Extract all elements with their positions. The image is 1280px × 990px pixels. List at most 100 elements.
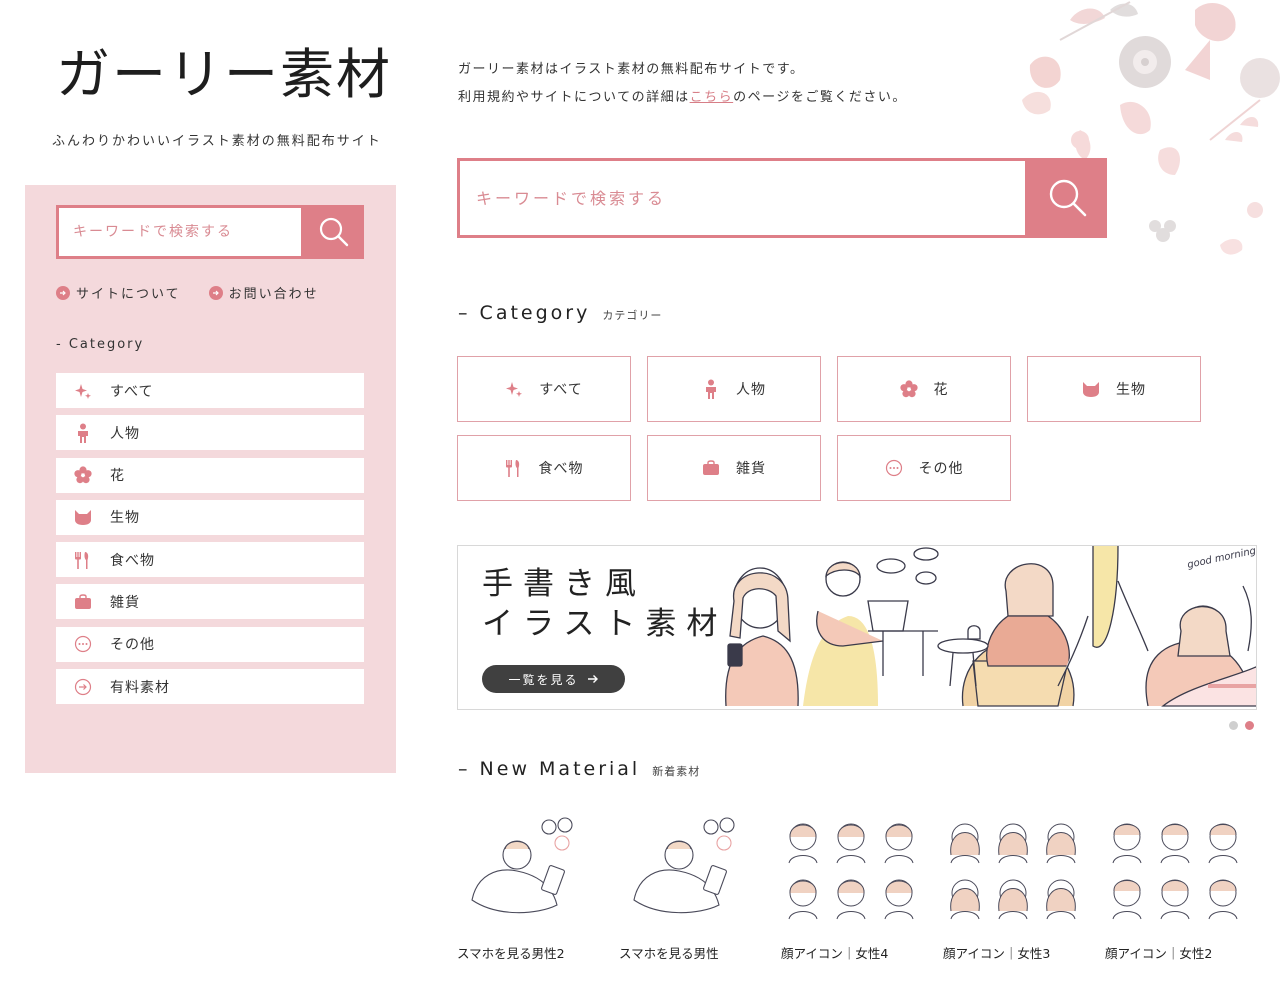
sidebar-item-goods[interactable]: 雑貨 — [56, 584, 364, 620]
ellipsis-circle-icon — [74, 635, 92, 653]
material-caption: 顔アイコン｜女性3 — [943, 946, 1051, 961]
sidebar-link-label: サイトについて — [76, 287, 181, 302]
category-heading-en: – Category — [458, 302, 591, 324]
material-thumbnail — [1112, 823, 1238, 920]
category-others[interactable]: その他 — [837, 435, 1011, 501]
hero-banner[interactable]: 手書き風 イラスト素材 一覧を見る good morning! — [457, 545, 1257, 710]
material-caption: スマホを見る男性2 — [457, 946, 565, 961]
sidebar-item-label: 花 — [110, 468, 125, 485]
sidebar-item-label: 有料素材 — [110, 679, 170, 696]
category-label: すべて — [539, 382, 583, 398]
new-material-heading-ja: 新着素材 — [652, 765, 701, 778]
category-creatures[interactable]: 生物 — [1027, 356, 1201, 422]
arrow-circle-icon — [56, 285, 70, 300]
pagination-dot-active[interactable] — [1245, 721, 1254, 730]
banner-title-line-2: イラスト素材 — [482, 606, 728, 642]
site-logo[interactable]: ガーリー素材 — [56, 30, 392, 109]
category-goods[interactable]: 雑貨 — [647, 435, 821, 501]
sidebar-link-label: お問い合わせ — [228, 287, 319, 302]
banner-button-label: 一覧を見る — [508, 672, 579, 687]
material-card[interactable]: スマホを見る男性2 — [457, 815, 597, 962]
bag-icon — [74, 593, 92, 611]
search-icon — [1049, 179, 1086, 217]
material-card[interactable]: スマホを見る男性 — [619, 815, 759, 962]
sidebar-link-about[interactable]: サイトについて — [56, 283, 181, 302]
pagination-dot[interactable] — [1229, 721, 1238, 730]
material-thumbnail — [788, 823, 914, 920]
category-heading-en-text: Category — [479, 302, 591, 324]
cat-icon — [1082, 380, 1100, 398]
intro-line-1: ガーリー素材はイラスト素材の無料配布サイトです。 — [458, 62, 805, 77]
new-material-heading-en-text: New Material — [479, 758, 641, 780]
category-label: その他 — [918, 461, 964, 477]
category-label: 花 — [933, 382, 949, 398]
material-card[interactable]: 顔アイコン｜女性3 — [943, 815, 1083, 962]
intro-line-2: 利用規約やサイトについての詳細はこちらのページをご覧ください。 — [458, 84, 907, 112]
sidebar-item-all[interactable]: すべて — [56, 373, 364, 408]
sidebar-item-label: 人物 — [110, 425, 140, 442]
sidebar-link-contact[interactable]: お問い合わせ — [208, 283, 319, 302]
sidebar-links: サイトについて お問い合わせ — [56, 283, 319, 302]
banner-art-caption: good morning! — [1186, 546, 1257, 571]
category-label: 人物 — [736, 382, 766, 398]
material-thumbnail — [471, 817, 573, 914]
sidebar: サイトについて お問い合わせ - Category すべて 人物 花 生物 食べ… — [25, 185, 396, 773]
cat-icon — [74, 508, 92, 526]
cutlery-icon — [74, 551, 92, 569]
material-caption: スマホを見る男性 — [619, 946, 719, 961]
material-caption: 顔アイコン｜女性2 — [1105, 946, 1213, 961]
material-card[interactable]: 顔アイコン｜女性2 — [1105, 815, 1245, 962]
arrow-circle-icon — [208, 285, 223, 300]
sidebar-item-label: その他 — [110, 637, 155, 654]
sidebar-item-label: 食べ物 — [110, 552, 155, 569]
sidebar-search-box — [56, 205, 304, 259]
flower-icon — [899, 380, 918, 398]
sparkle-icon — [74, 382, 92, 400]
main-search-button[interactable] — [1028, 158, 1107, 238]
sidebar-item-paid[interactable]: 有料素材 — [56, 669, 364, 705]
ellipsis-circle-icon — [885, 459, 903, 477]
sidebar-search-input[interactable] — [73, 224, 301, 240]
person-icon — [702, 379, 720, 399]
category-food[interactable]: 食べ物 — [457, 435, 631, 501]
material-thumbnail — [950, 823, 1076, 920]
arrow-circle-icon — [74, 678, 92, 696]
banner-illustration: good morning! — [725, 546, 1257, 707]
main-search — [457, 158, 1107, 238]
material-card[interactable]: 顔アイコン｜女性4 — [781, 815, 921, 962]
category-label: 食べ物 — [538, 461, 584, 477]
arrow-right-icon — [587, 675, 598, 683]
sparkle-icon — [505, 380, 523, 398]
intro-line-2-prefix: 利用規約やサイトについての詳細は — [458, 90, 690, 105]
category-label: 雑貨 — [736, 461, 766, 477]
sidebar-item-people[interactable]: 人物 — [56, 415, 364, 451]
site-tagline: ふんわりかわいいイラスト素材の無料配布サイト — [52, 134, 382, 149]
banner-title: 手書き風 イラスト素材 — [482, 564, 727, 644]
banner-pagination — [1229, 721, 1254, 730]
main-search-input[interactable] — [476, 188, 1025, 208]
banner-view-list-button[interactable]: 一覧を見る — [482, 665, 625, 693]
new-material-heading: – New Material 新着素材 — [458, 758, 700, 780]
sidebar-item-creatures[interactable]: 生物 — [56, 499, 364, 535]
category-people[interactable]: 人物 — [647, 356, 821, 422]
sidebar-item-label: 生物 — [110, 510, 140, 527]
material-thumbnail — [633, 817, 735, 914]
intro-line-2-suffix: のページをご覧ください。 — [733, 90, 907, 105]
cutlery-icon — [505, 459, 523, 477]
search-icon — [319, 217, 349, 247]
intro-here-link[interactable]: こちら — [690, 90, 734, 105]
sidebar-search — [56, 205, 364, 259]
sidebar-category-title: - Category — [56, 337, 145, 352]
category-all[interactable]: すべて — [457, 356, 631, 422]
sidebar-item-food[interactable]: 食べ物 — [56, 542, 364, 578]
sidebar-item-others[interactable]: その他 — [56, 626, 364, 662]
flower-icon — [74, 466, 92, 484]
site-intro: ガーリー素材はイラスト素材の無料配布サイトです。 利用規約やサイトについての詳細… — [458, 56, 907, 112]
bag-icon — [702, 459, 720, 477]
new-material-heading-en: – New Material — [458, 758, 641, 780]
sidebar-category-list: すべて 人物 花 生物 食べ物 雑貨 その他 有料素材 — [56, 373, 364, 711]
sidebar-item-flower[interactable]: 花 — [56, 457, 364, 493]
sidebar-search-button[interactable] — [304, 205, 364, 259]
category-heading: – Category カテゴリー — [458, 302, 662, 324]
category-flower[interactable]: 花 — [837, 356, 1011, 422]
